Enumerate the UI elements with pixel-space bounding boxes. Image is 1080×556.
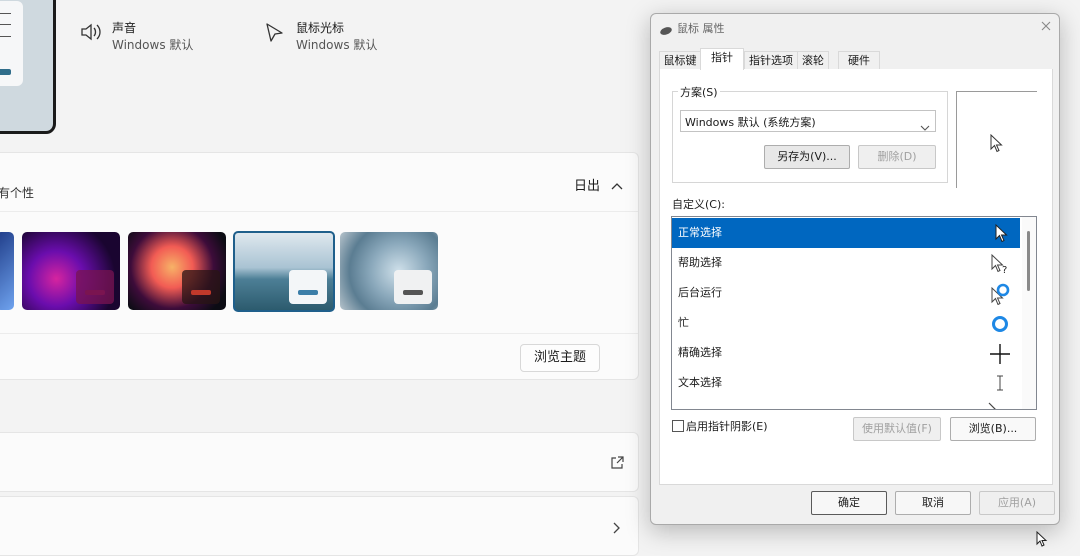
list-item-label: 后台运行 bbox=[678, 286, 722, 299]
customize-label: 自定义(C): bbox=[672, 198, 725, 211]
sound-title: 声音 bbox=[112, 21, 137, 35]
scheme-dropdown[interactable]: Windows 默认 (系统方案) bbox=[680, 110, 936, 132]
pointer-shadow-checkbox[interactable] bbox=[672, 420, 684, 432]
list-item-label: 帮助选择 bbox=[678, 256, 722, 269]
arrow-cursor-icon bbox=[988, 223, 1012, 245]
pointer-icon bbox=[265, 22, 285, 44]
apply-button[interactable]: 应用(A) bbox=[979, 491, 1055, 515]
list-item-label: 文本选择 bbox=[678, 376, 722, 389]
settings-row-card[interactable] bbox=[0, 496, 639, 556]
chevron-right-icon bbox=[611, 520, 623, 534]
list-scrollbar[interactable] bbox=[1022, 217, 1036, 409]
theme-thumbnail[interactable] bbox=[340, 232, 438, 310]
settings-row-card[interactable] bbox=[0, 432, 639, 492]
scheme-group bbox=[672, 91, 948, 183]
working-in-background-cursor-icon bbox=[988, 283, 1012, 306]
theme-thumbnail[interactable] bbox=[0, 232, 14, 310]
tab-hardware[interactable]: 硬件 bbox=[838, 51, 880, 70]
list-item-label: 精确选择 bbox=[678, 346, 722, 359]
help-cursor-icon: ? bbox=[988, 253, 1012, 276]
theme-accent-chip bbox=[76, 270, 114, 304]
scrollbar-thumb[interactable] bbox=[1027, 231, 1030, 291]
divider bbox=[0, 211, 638, 212]
save-as-button[interactable]: 另存为(V)... bbox=[764, 145, 850, 169]
precision-cursor-icon bbox=[988, 343, 1012, 365]
tab-pointers[interactable]: 指针 bbox=[700, 48, 744, 70]
themes-description: 有个性 bbox=[0, 186, 35, 200]
tab-wheel[interactable]: 滚轮 bbox=[797, 51, 829, 70]
speaker-icon bbox=[80, 22, 104, 42]
list-item-precision-select[interactable]: 精确选择 bbox=[672, 338, 1020, 368]
mouse-properties-dialog: 鼠标 属性 鼠标键 指针 指针选项 滚轮 硬件 方案(S) Windows 默认… bbox=[650, 13, 1060, 525]
tab-buttons[interactable]: 鼠标键 bbox=[659, 51, 701, 70]
mouse-pointer-icon bbox=[1036, 530, 1050, 547]
browse-themes-button[interactable]: 浏览主题 bbox=[520, 344, 600, 372]
arrow-cursor-icon bbox=[990, 133, 1004, 154]
theme-accent-chip bbox=[394, 270, 432, 304]
svg-text:?: ? bbox=[1002, 265, 1007, 275]
chevron-down-icon bbox=[920, 117, 930, 131]
pointer-shadow-label: 启用指针阴影(E) bbox=[686, 420, 768, 433]
theme-thumbnail[interactable] bbox=[128, 232, 226, 310]
mouse-icon bbox=[659, 21, 673, 35]
close-icon[interactable] bbox=[1039, 18, 1053, 32]
use-default-button[interactable]: 使用默认值(F) bbox=[853, 417, 941, 441]
chevron-up-icon[interactable] bbox=[610, 177, 624, 190]
text-cursor-icon bbox=[988, 373, 1012, 395]
delete-button[interactable]: 删除(D) bbox=[858, 145, 936, 169]
cursor-title: 鼠标光标 bbox=[296, 21, 345, 35]
handwriting-cursor-icon bbox=[987, 398, 1007, 409]
list-item-normal-select[interactable]: 正常选择 bbox=[672, 218, 1020, 248]
dialog-title: 鼠标 属性 bbox=[677, 22, 725, 35]
busy-cursor-icon bbox=[988, 313, 1012, 335]
cursor-list[interactable]: 正常选择 帮助选择 ? 后台运行 忙 精确选择 文本选择 bbox=[671, 216, 1037, 410]
cursor-preview-box bbox=[956, 91, 1037, 188]
scheme-label: 方案(S) bbox=[678, 84, 720, 100]
theme-thumbnail[interactable] bbox=[22, 232, 120, 310]
theme-thumbnail-selected[interactable] bbox=[233, 231, 335, 312]
preview-menu-lines bbox=[0, 13, 11, 37]
cancel-button[interactable]: 取消 bbox=[895, 491, 971, 515]
list-item-working-background[interactable]: 后台运行 bbox=[672, 278, 1020, 308]
cursor-value: Windows 默认 bbox=[296, 38, 378, 52]
list-item-busy[interactable]: 忙 bbox=[672, 308, 1020, 338]
list-item-label: 忙 bbox=[678, 316, 689, 329]
scheme-value: Windows 默认 (系统方案) bbox=[685, 116, 816, 129]
open-external-icon bbox=[610, 455, 624, 469]
theme-accent-chip bbox=[289, 270, 327, 304]
ok-button[interactable]: 确定 bbox=[811, 491, 887, 515]
browse-button[interactable]: 浏览(B)... bbox=[950, 417, 1036, 441]
list-item-help-select[interactable]: 帮助选择 ? bbox=[672, 248, 1020, 278]
theme-preview bbox=[0, 0, 56, 134]
sound-value: Windows 默认 bbox=[112, 38, 194, 52]
preview-taskbar-accent bbox=[0, 69, 11, 75]
list-item-text-select[interactable]: 文本选择 bbox=[672, 368, 1020, 398]
tab-pointer-options[interactable]: 指针选项 bbox=[744, 51, 798, 70]
list-item-label: 正常选择 bbox=[678, 226, 722, 239]
theme-accent-chip bbox=[182, 270, 220, 304]
divider bbox=[0, 333, 638, 334]
themes-collapse-label[interactable]: 日出 bbox=[574, 175, 600, 194]
